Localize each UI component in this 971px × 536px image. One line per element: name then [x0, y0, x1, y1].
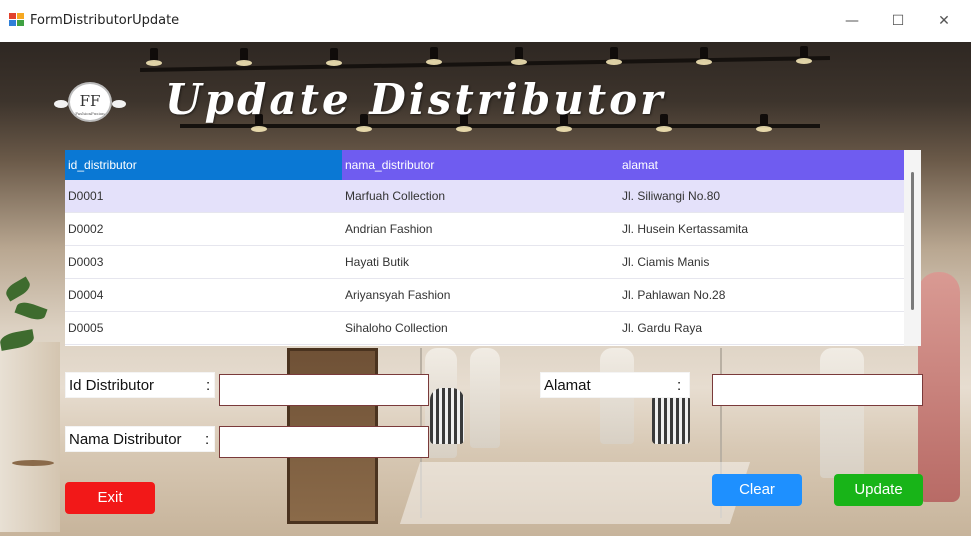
cell-alamat[interactable]: Jl. Siliwangi No.80	[619, 180, 904, 212]
grid-scrollbar[interactable]	[904, 150, 921, 346]
window-title: FormDistributorUpdate	[30, 13, 180, 28]
cell-id[interactable]: D0003	[65, 246, 342, 278]
cell-nama[interactable]: Ariyansyah Fashion	[342, 279, 619, 311]
cell-nama[interactable]: Andrian Fashion	[342, 213, 619, 245]
table-row[interactable]: D0005 Sihaloho Collection Jl. Gardu Raya	[65, 312, 904, 345]
app-window: FormDistributorUpdate — ☐ ✕ FF FashionFu…	[0, 0, 971, 536]
cell-alamat[interactable]: Jl. Husein Kertassamita	[619, 213, 904, 245]
column-header-alamat[interactable]: alamat	[619, 150, 904, 180]
cell-alamat[interactable]: Jl. Pahlawan No.28	[619, 279, 904, 311]
form-client-area: FF FashionFusion Update Distributor id_d…	[0, 42, 971, 536]
table-row[interactable]: D0003 Hayati Butik Jl. Ciamis Manis	[65, 246, 904, 279]
cell-nama[interactable]: Hayati Butik	[342, 246, 619, 278]
cell-alamat[interactable]: Jl. Ciamis Manis	[619, 246, 904, 278]
brand-logo: FF FashionFusion	[54, 82, 126, 122]
grid-body: D0001 Marfuah Collection Jl. Siliwangi N…	[65, 180, 904, 345]
clear-button[interactable]: Clear	[712, 474, 802, 506]
cell-id[interactable]: D0005	[65, 312, 342, 344]
cell-id[interactable]: D0004	[65, 279, 342, 311]
logo-brand-name: FashionFusion	[75, 111, 105, 116]
id-distributor-label-text: Id Distributor	[69, 377, 155, 394]
exit-button[interactable]: Exit	[65, 482, 155, 514]
alamat-label: Alamat :	[540, 372, 690, 398]
cell-alamat[interactable]: Jl. Gardu Raya	[619, 312, 904, 344]
cell-nama[interactable]: Marfuah Collection	[342, 180, 619, 212]
scrollbar-thumb[interactable]	[911, 172, 914, 310]
table-row[interactable]: D0002 Andrian Fashion Jl. Husein Kertass…	[65, 213, 904, 246]
alamat-label-text: Alamat	[544, 377, 591, 394]
id-distributor-input[interactable]	[219, 374, 429, 406]
cell-id[interactable]: D0001	[65, 180, 342, 212]
nama-distributor-label-text: Nama Distributor	[69, 431, 182, 448]
id-distributor-label: Id Distributor :	[65, 372, 215, 398]
cell-id[interactable]: D0002	[65, 213, 342, 245]
cell-nama[interactable]: Sihaloho Collection	[342, 312, 619, 344]
page-title: Update Distributor	[165, 75, 666, 124]
distributor-grid[interactable]: id_distributor nama_distributor alamat D…	[65, 150, 921, 346]
close-button[interactable]: ✕	[921, 0, 967, 42]
nama-distributor-colon: :	[205, 431, 210, 448]
table-row[interactable]: D0001 Marfuah Collection Jl. Siliwangi N…	[65, 180, 904, 213]
logo-monogram: FF	[79, 92, 101, 110]
nama-distributor-input[interactable]	[219, 426, 429, 458]
nama-distributor-label: Nama Distributor :	[65, 426, 215, 452]
id-distributor-colon: :	[206, 377, 211, 394]
update-button[interactable]: Update	[834, 474, 923, 506]
table-row[interactable]: D0004 Ariyansyah Fashion Jl. Pahlawan No…	[65, 279, 904, 312]
column-header-nama[interactable]: nama_distributor	[342, 150, 619, 180]
column-header-id[interactable]: id_distributor	[65, 150, 342, 180]
minimize-button[interactable]: —	[829, 0, 875, 42]
maximize-button[interactable]: ☐	[875, 0, 921, 42]
alamat-input[interactable]	[712, 374, 923, 406]
form-icon	[9, 13, 25, 27]
alamat-colon: :	[677, 377, 682, 394]
title-bar[interactable]: FormDistributorUpdate — ☐ ✕	[0, 0, 971, 42]
grid-header: id_distributor nama_distributor alamat	[65, 150, 904, 180]
